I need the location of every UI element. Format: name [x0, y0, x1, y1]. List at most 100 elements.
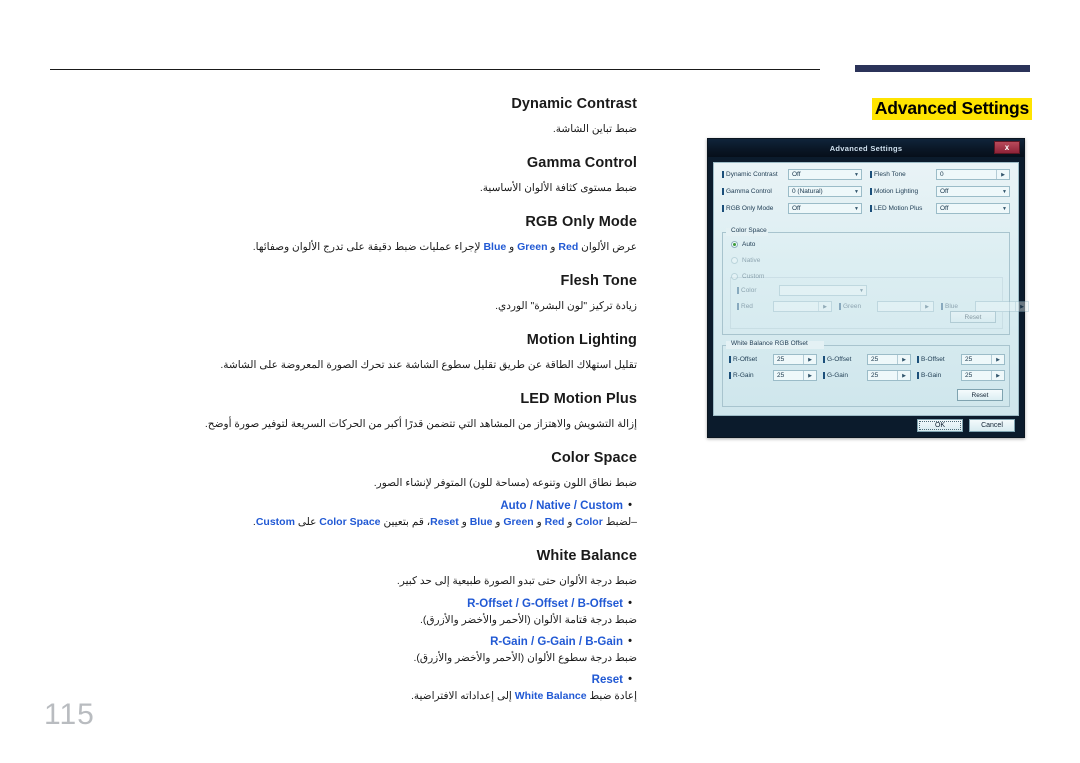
field-g-gain[interactable]: G-Gain 25 ▶: [823, 370, 911, 381]
bullet-dot: •: [628, 673, 632, 685]
section-description: عرض الألوان Red و Green و Blue لإجراء عم…: [130, 240, 637, 254]
section-rgb-only-mode: RGB Only Mode عرض الألوان Red و Green و …: [130, 214, 637, 254]
dialog-title-bar: Advanced Settings x: [708, 139, 1024, 157]
chevron-right-icon: ▶: [902, 356, 906, 363]
group-legend: White Balance RGB Offset: [731, 340, 808, 347]
white-balance-reset-button[interactable]: Reset: [957, 389, 1003, 401]
label-text: RGB Only Mode: [726, 205, 774, 212]
field-label: Red: [737, 303, 769, 310]
desc-part: و: [458, 516, 470, 528]
bullet-tick-icon: [729, 356, 731, 363]
bullet-dot: •: [628, 499, 632, 511]
spinner-b-gain[interactable]: 25 ▶: [961, 370, 1005, 381]
bullet-label: Auto / Native / Custom: [500, 500, 623, 512]
combo-custom-color[interactable]: ▼: [779, 285, 867, 296]
section-title: LED Motion Plus: [520, 391, 637, 407]
combo-gamma-control[interactable]: 0 (Natural) ▼: [788, 186, 862, 197]
radio-auto[interactable]: Auto: [731, 241, 755, 248]
bullet-item: • R-Gain / G-Gain / B-Gain: [130, 634, 637, 650]
bullet-item: • R-Offset / G-Offset / B-Offset: [130, 596, 637, 612]
custom-reset-button[interactable]: Reset: [950, 311, 996, 323]
radio-label: Native: [742, 257, 761, 264]
bullet-tick-icon: [823, 372, 825, 379]
ok-button[interactable]: OK: [917, 419, 963, 432]
bullet-dot: •: [628, 597, 632, 609]
bullet-tick-icon: [917, 356, 919, 363]
spinner-g-offset[interactable]: 25 ▶: [867, 354, 911, 365]
field-dynamic-contrast[interactable]: Dynamic Contrast Off ▼: [722, 169, 862, 180]
keyword-green: Green: [517, 241, 548, 253]
field-b-gain[interactable]: B-Gain 25 ▶: [917, 370, 1005, 381]
label-text: Red: [741, 303, 753, 310]
field-b-offset[interactable]: B-Offset 25 ▶: [917, 354, 1005, 365]
field-label: Color: [737, 287, 775, 294]
bullet-tick-icon: [722, 171, 724, 178]
bullet-tick-icon: [870, 205, 872, 212]
chevron-right-icon: ▶: [1001, 171, 1005, 178]
combo-dynamic-contrast[interactable]: Off ▼: [788, 169, 862, 180]
spinner-custom-red[interactable]: ▶: [773, 301, 832, 312]
cancel-button[interactable]: Cancel: [969, 419, 1015, 432]
field-flesh-tone[interactable]: Flesh Tone 0 ▶: [870, 169, 1010, 180]
manual-page: Advanced Settings Dynamic Contrast ضبط ت…: [0, 0, 1080, 763]
label-text: Dynamic Contrast: [726, 171, 778, 178]
field-r-offset[interactable]: R-Offset 25 ▶: [729, 354, 817, 365]
field-motion-lighting[interactable]: Motion Lighting Off ▼: [870, 186, 1010, 197]
section-description: تقليل استهلاك الطاقة عن طريق تقليل سطوع …: [220, 359, 637, 371]
desc-part: –لضبط: [602, 516, 637, 528]
spinner-flesh-tone[interactable]: 0 ▶: [936, 169, 1010, 180]
keyword-color-space: Color Space: [319, 516, 381, 528]
field-gamma-control[interactable]: Gamma Control 0 (Natural) ▼: [722, 186, 862, 197]
field-custom-green[interactable]: Green ▶: [839, 301, 934, 312]
desc-part: ، قم بتعيين: [380, 516, 431, 528]
label-text: G-Offset: [827, 356, 852, 363]
white-balance-grid: R-Offset 25 ▶ G-Offset 25 ▶ B-Offset 25 ▶ R…: [729, 354, 1005, 381]
radio-indicator-icon: [731, 273, 738, 280]
field-label: B-Gain: [917, 372, 957, 379]
color-space-group: Color Space Auto Native Custom Color ▼ R…: [722, 227, 1029, 335]
spinner-value: 25: [871, 372, 879, 379]
combo-motion-lighting[interactable]: Off ▼: [936, 186, 1010, 197]
combo-rgb-only-mode[interactable]: Off ▼: [788, 203, 862, 214]
bullet-tick-icon: [870, 171, 872, 178]
chevron-right-icon: ▶: [996, 372, 1000, 379]
chevron-right-icon: ▶: [902, 372, 906, 379]
section-color-space: Color Space ضبط نطاق اللون وتنوعه (مساحة…: [130, 450, 637, 529]
label-text: Blue: [945, 303, 959, 310]
field-r-gain[interactable]: R-Gain 25 ▶: [729, 370, 817, 381]
field-label: LED Motion Plus: [870, 205, 932, 212]
section-dynamic-contrast: Dynamic Contrast ضبط تباين الشاشة.: [130, 96, 637, 136]
field-custom-color[interactable]: Color ▼: [737, 285, 867, 296]
chevron-down-icon: ▼: [1002, 205, 1007, 212]
section-title: Dynamic Contrast: [511, 96, 637, 112]
radio-native[interactable]: Native: [731, 257, 760, 264]
combo-value: Off: [792, 205, 801, 212]
bullet-list: • R-Offset / G-Offset / B-Offset ضبط درجة…: [130, 596, 637, 703]
field-g-offset[interactable]: G-Offset 25 ▶: [823, 354, 911, 365]
desc-part: إلى إعداداته الافتراضية.: [410, 690, 515, 702]
field-custom-red[interactable]: Red ▶: [737, 301, 832, 312]
keyword-blue: Blue: [483, 241, 507, 253]
chevron-down-icon: ▼: [854, 171, 859, 178]
radio-custom[interactable]: Custom: [731, 273, 764, 280]
spinner-r-offset[interactable]: 25 ▶: [773, 354, 817, 365]
bullet-label: R-Gain / G-Gain / B-Gain: [490, 636, 623, 648]
combo-led-motion-plus[interactable]: Off ▼: [936, 203, 1010, 214]
spinner-r-gain[interactable]: 25 ▶: [773, 370, 817, 381]
spinner-custom-green[interactable]: ▶: [877, 301, 934, 312]
chapter-title: Advanced Settings: [871, 98, 1032, 120]
field-led-motion-plus[interactable]: LED Motion Plus Off ▼: [870, 203, 1010, 214]
combo-value: Off: [940, 188, 949, 195]
field-rgb-only-mode[interactable]: RGB Only Mode Off ▼: [722, 203, 862, 214]
close-icon[interactable]: x: [994, 141, 1020, 154]
spinner-g-gain[interactable]: 25 ▶: [867, 370, 911, 381]
field-label: Gamma Control: [722, 188, 784, 195]
radio-indicator-icon: [731, 241, 738, 248]
field-label: Motion Lighting: [870, 188, 932, 195]
field-label: G-Gain: [823, 372, 863, 379]
bullet-tick-icon: [823, 356, 825, 363]
desc-part: و: [564, 516, 576, 528]
desc-part: و: [547, 241, 559, 253]
bullet-tick-icon: [722, 188, 724, 195]
spinner-b-offset[interactable]: 25 ▶: [961, 354, 1005, 365]
